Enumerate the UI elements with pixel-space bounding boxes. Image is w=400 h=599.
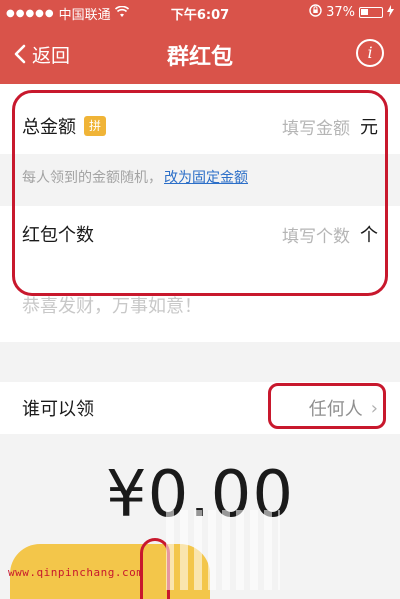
battery-percent: 37% (326, 5, 355, 20)
rotation-lock-icon (309, 4, 322, 21)
info-icon[interactable]: i (356, 39, 384, 67)
annotation-frame-form (12, 90, 388, 296)
image-noise (160, 510, 280, 590)
status-bar: ●●●●● 中国联通 下午6:07 37% (0, 0, 400, 24)
page-title: 群红包 (166, 45, 233, 70)
status-right: 37% (309, 4, 394, 21)
annotation-frame-who (268, 383, 386, 429)
nav-bar: 返回 群红包 i (0, 24, 400, 84)
battery-icon (359, 7, 383, 18)
watermark: www.qinpinchang.com (8, 566, 144, 579)
charging-bolt-icon (387, 4, 394, 21)
who-can-claim-label: 谁可以领 (22, 399, 94, 420)
